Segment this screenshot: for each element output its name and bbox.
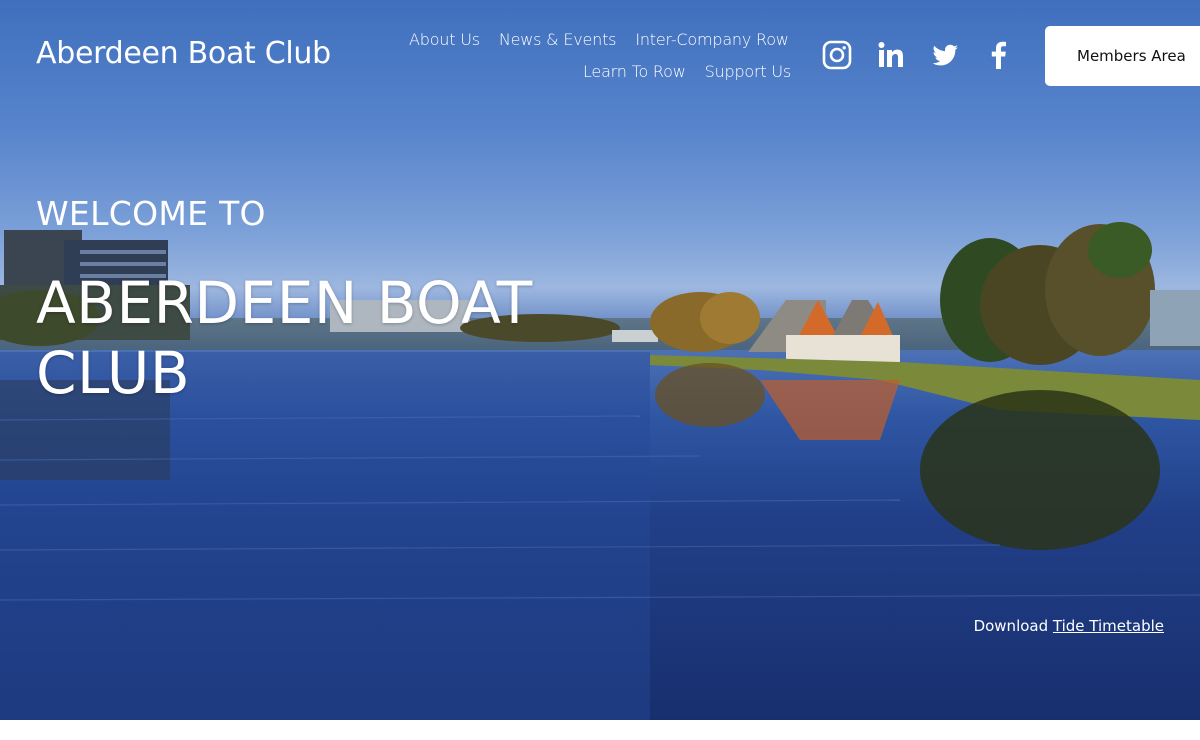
hero-section: Aberdeen Boat Club About Us News & Event… <box>0 0 1200 720</box>
nav-support-us[interactable]: Support Us <box>705 62 792 81</box>
nav-row-1: About Us News & Events Inter-Company Row <box>409 30 789 49</box>
site-title[interactable]: Aberdeen Boat Club <box>36 36 331 71</box>
nav-learn-to-row[interactable]: Learn To Row <box>583 62 686 81</box>
nav-news-events[interactable]: News & Events <box>499 30 617 49</box>
tide-timetable-link[interactable]: Tide Timetable <box>1053 617 1164 635</box>
twitter-icon[interactable] <box>930 40 960 70</box>
tide-timetable-text: Download Tide Timetable <box>974 617 1164 635</box>
linkedin-icon[interactable] <box>876 40 906 70</box>
tide-prefix: Download <box>973 617 1049 635</box>
nav-inter-company-row[interactable]: Inter-Company Row <box>635 30 789 49</box>
hero-headline: ABERDEEN BOAT CLUB <box>36 269 533 407</box>
social-links <box>822 40 1014 70</box>
hero-welcome-text: WELCOME TO <box>36 194 266 233</box>
nav-about-us[interactable]: About Us <box>409 30 480 49</box>
members-area-button[interactable]: Members Area <box>1045 26 1200 86</box>
nav-row-2: Learn To Row Support Us <box>583 62 791 81</box>
instagram-icon[interactable] <box>822 40 852 70</box>
facebook-icon[interactable] <box>984 40 1014 70</box>
